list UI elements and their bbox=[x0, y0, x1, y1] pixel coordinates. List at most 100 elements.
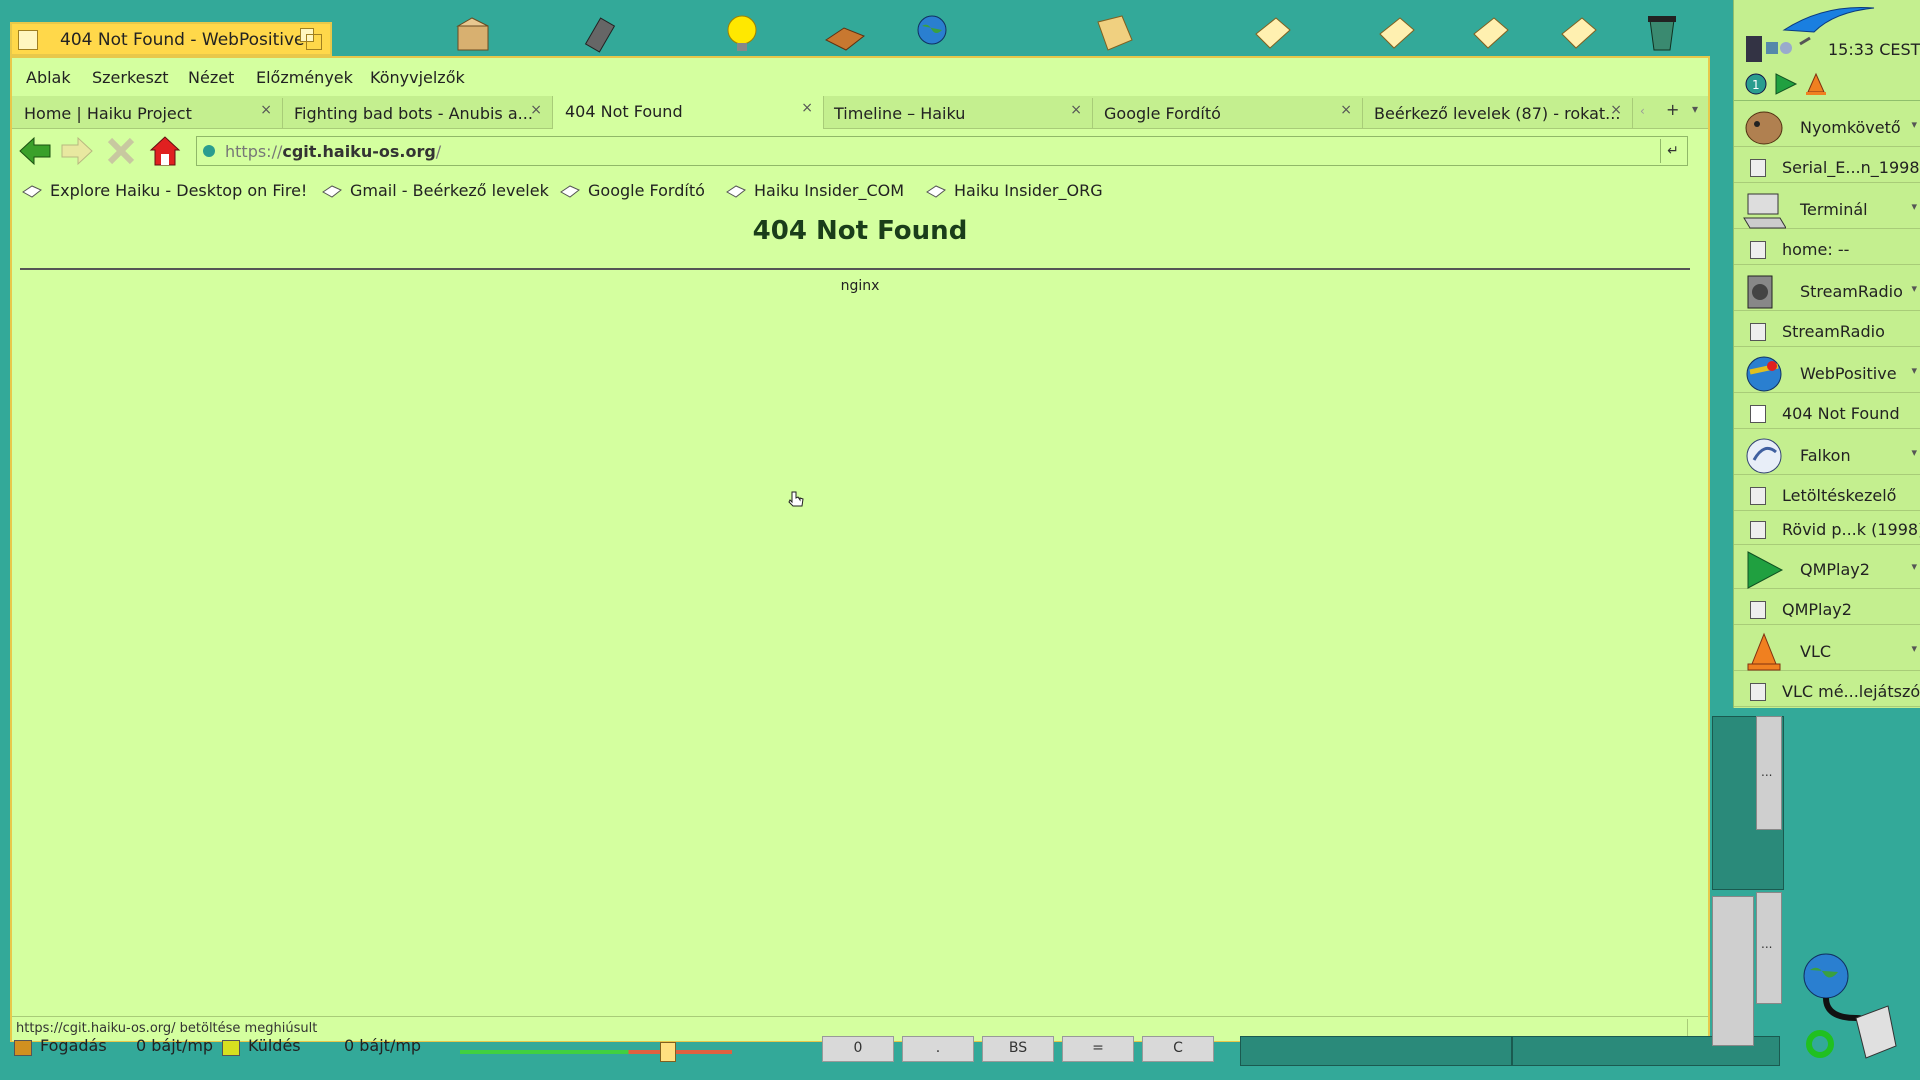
deskbar-window[interactable]: VLC mé...lejátszó bbox=[1734, 676, 1920, 707]
url-field[interactable]: https://cgit.haiku-os.org/ ↵ bbox=[196, 136, 1688, 166]
window-icon bbox=[1750, 683, 1766, 701]
tab-close-icon[interactable]: × bbox=[260, 102, 272, 118]
lightbulb-icon[interactable] bbox=[720, 10, 764, 54]
status-text: https://cgit.haiku-os.org/ betöltése meg… bbox=[16, 1021, 318, 1036]
tab-close-icon[interactable]: × bbox=[1340, 102, 1352, 118]
play-icon[interactable] bbox=[1774, 72, 1798, 96]
bookmark-item[interactable]: Google Fordító bbox=[560, 181, 705, 200]
tab-close-icon[interactable]: × bbox=[530, 102, 542, 118]
side-scroll-panel[interactable]: ... bbox=[1756, 892, 1782, 1004]
bookmark-icon bbox=[22, 183, 42, 198]
calc-button-0[interactable]: 0 bbox=[822, 1036, 894, 1062]
volume-slider[interactable] bbox=[460, 1050, 732, 1054]
vlc-tray-icon[interactable] bbox=[1804, 72, 1828, 96]
tab-active[interactable]: 404 Not Found × bbox=[552, 96, 824, 129]
chevron-down-icon: ▾ bbox=[1911, 446, 1917, 459]
new-tab-button[interactable]: + bbox=[1666, 100, 1679, 119]
window-zoom-button[interactable] bbox=[300, 28, 322, 50]
tab[interactable]: Timeline – Haiku × bbox=[822, 98, 1093, 128]
back-button[interactable] bbox=[18, 134, 52, 168]
hand-cursor-icon bbox=[788, 490, 806, 508]
deskbar-window[interactable]: StreamRadio bbox=[1734, 316, 1920, 347]
deskbar-window[interactable]: QMPlay2 bbox=[1734, 594, 1920, 625]
deskbar-app-streamradio[interactable]: StreamRadio ▾ bbox=[1734, 270, 1920, 311]
navigation-bar: https://cgit.haiku-os.org/ ↵ bbox=[12, 130, 1708, 172]
deskbar-app-terminal[interactable]: Terminál ▾ bbox=[1734, 188, 1920, 229]
send-indicator bbox=[222, 1040, 240, 1056]
side-scroll-panel[interactable] bbox=[1712, 896, 1754, 1046]
receive-indicator bbox=[14, 1040, 32, 1056]
bookmark-item[interactable]: Explore Haiku - Desktop on Fire! bbox=[22, 181, 307, 200]
document-icon[interactable] bbox=[1250, 10, 1294, 54]
deskbar-app-webpositive[interactable]: WebPositive ▾ bbox=[1734, 352, 1920, 393]
deskbar-app-nyomkoveto[interactable]: Nyomkövető ▾ bbox=[1734, 106, 1920, 147]
menu-elozmenyek[interactable]: Előzmények bbox=[256, 68, 353, 87]
menu-ablak[interactable]: Ablak bbox=[26, 68, 71, 87]
tab-close-icon[interactable]: × bbox=[1610, 102, 1622, 118]
clock[interactable]: 15:33 CEST bbox=[1828, 40, 1920, 59]
go-button[interactable]: ↵ bbox=[1660, 139, 1685, 163]
server-name: nginx bbox=[840, 278, 880, 294]
deskbar-window[interactable]: Serial_E...n_1998 bbox=[1734, 152, 1920, 183]
vlc-icon bbox=[1742, 632, 1786, 672]
document-icon[interactable] bbox=[1468, 10, 1512, 54]
calc-button-equals[interactable]: = bbox=[1062, 1036, 1134, 1062]
deskbar-app-vlc[interactable]: VLC ▾ bbox=[1734, 630, 1920, 671]
menubar: Ablak Szerkeszt Nézet Előzmények Könyvje… bbox=[12, 58, 1708, 97]
deskbar-window[interactable]: Rövid p...k (1998) bbox=[1734, 514, 1920, 545]
network-icon[interactable] bbox=[1796, 948, 1906, 1060]
tab-close-icon[interactable]: × bbox=[1070, 102, 1082, 118]
tab-menu-icon[interactable]: ▾ bbox=[1692, 102, 1698, 116]
menu-nezet[interactable]: Nézet bbox=[188, 68, 234, 87]
window-icon bbox=[1750, 241, 1766, 259]
deskbar-app-qmplay2[interactable]: QMPlay2 ▾ bbox=[1734, 548, 1920, 589]
document-icon[interactable] bbox=[1374, 10, 1418, 54]
webpositive-icon bbox=[1742, 354, 1786, 394]
workspace-icon[interactable]: 1 bbox=[1744, 72, 1768, 96]
tab-close-icon[interactable]: × bbox=[801, 100, 813, 116]
deskbar-window[interactable]: Letöltéskezelő bbox=[1734, 480, 1920, 511]
haiku-menu-icon[interactable] bbox=[1774, 2, 1884, 36]
bookmark-item[interactable]: Gmail - Beérkező levelek bbox=[322, 181, 549, 200]
window-close-button[interactable] bbox=[18, 30, 38, 50]
folder-icon[interactable] bbox=[1092, 10, 1136, 54]
calc-button-dot[interactable]: . bbox=[902, 1036, 974, 1062]
deskbar-app-falkon[interactable]: Falkon ▾ bbox=[1734, 434, 1920, 475]
chevron-down-icon: ▾ bbox=[1911, 282, 1917, 295]
resize-handle[interactable] bbox=[1687, 1019, 1706, 1037]
side-scroll-panel[interactable]: ... bbox=[1756, 716, 1782, 830]
usb-drive-icon[interactable] bbox=[578, 10, 622, 54]
calc-button-clear[interactable]: C bbox=[1142, 1036, 1214, 1062]
bookmark-item[interactable]: Haiku Insider_ORG bbox=[926, 181, 1103, 200]
browser-window: Ablak Szerkeszt Nézet Előzmények Könyvje… bbox=[10, 56, 1710, 1042]
bookmark-item[interactable]: Haiku Insider_COM bbox=[726, 181, 904, 200]
trash-icon[interactable] bbox=[1640, 10, 1684, 54]
url-scheme: https:// bbox=[225, 142, 283, 161]
tray-icons[interactable] bbox=[1744, 34, 1824, 64]
tab[interactable]: Fighting bad bots - Anubis a... × bbox=[282, 98, 553, 128]
box-icon[interactable] bbox=[452, 10, 496, 54]
tab-scroll-left-icon[interactable]: ‹ bbox=[1640, 104, 1645, 118]
tab[interactable]: Home | Haiku Project × bbox=[12, 98, 283, 128]
tab[interactable]: Beérkező levelek (87) - rokat... × bbox=[1362, 98, 1633, 128]
book-icon[interactable] bbox=[822, 10, 866, 54]
page-content: 404 Not Found nginx bbox=[12, 208, 1708, 1008]
deskbar-window-active[interactable]: 404 Not Found bbox=[1734, 398, 1920, 429]
menu-konyvjelzok[interactable]: Könyvjelzők bbox=[370, 68, 465, 87]
chevron-down-icon: ▾ bbox=[1911, 364, 1917, 377]
deskbar-window[interactable]: home: -- bbox=[1734, 234, 1920, 265]
send-rate: 0 bájt/mp bbox=[344, 1036, 422, 1055]
globe-icon[interactable] bbox=[910, 10, 954, 54]
terminal-icon bbox=[1742, 190, 1787, 230]
document-icon[interactable] bbox=[1556, 10, 1600, 54]
tab[interactable]: Google Fordító × bbox=[1092, 98, 1363, 128]
home-button[interactable] bbox=[148, 134, 182, 168]
window-icon bbox=[1750, 159, 1766, 177]
stop-button[interactable] bbox=[104, 134, 138, 168]
forward-button[interactable] bbox=[60, 134, 94, 168]
menu-szerkeszt[interactable]: Szerkeszt bbox=[92, 68, 169, 87]
window-title-tab[interactable]: 404 Not Found - WebPositive bbox=[10, 22, 332, 56]
calc-button-backspace[interactable]: BS bbox=[982, 1036, 1054, 1062]
volume-slider-thumb[interactable] bbox=[660, 1042, 676, 1062]
url-host: cgit.haiku-os.org bbox=[282, 142, 436, 161]
